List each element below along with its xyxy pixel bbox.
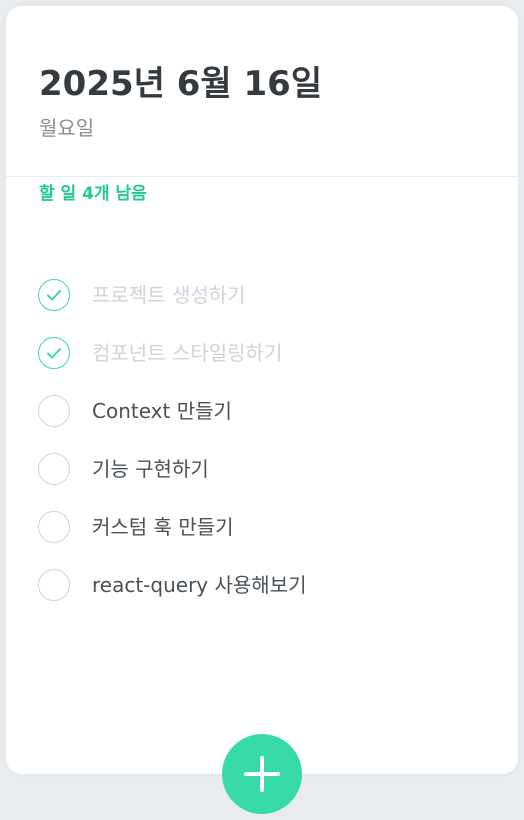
day-of-week: 월요일 [39,116,95,140]
todo-checkbox[interactable] [38,279,70,311]
todo-text: react-query 사용해보기 [92,573,307,597]
add-todo-button[interactable] [222,734,302,814]
todo-checkbox[interactable] [38,395,70,427]
todo-text: 기능 구현하기 [92,457,209,481]
todo-checkbox[interactable] [38,337,70,369]
plus-icon [244,756,280,792]
todo-text: 프로젝트 생성하기 [92,283,246,307]
todo-text: 커스텀 훅 만들기 [92,515,234,539]
todo-text: 컴포넌트 스타일링하기 [92,341,283,365]
todo-header: 2025년 6월 16일 월요일 할 일 4개 남음 [6,6,518,204]
check-icon [47,348,61,359]
todo-checkbox[interactable] [38,453,70,485]
todo-card: 2025년 6월 16일 월요일 할 일 4개 남음 프로젝트 생성하기 컴포넌… [6,6,518,774]
todo-text: Context 만들기 [92,399,232,423]
todo-item: 기능 구현하기 [38,440,518,498]
todo-list: 프로젝트 생성하기 컴포넌트 스타일링하기 Context 만들기 기능 구현하… [38,266,518,614]
todo-item: 프로젝트 생성하기 [38,266,518,324]
todo-item: 컴포넌트 스타일링하기 [38,324,518,382]
todo-item: react-query 사용해보기 [38,556,518,614]
date-title: 2025년 6월 16일 [39,64,323,104]
todo-checkbox[interactable] [38,511,70,543]
tasks-left-count: 할 일 4개 남음 [39,184,147,204]
check-icon [47,290,61,301]
todo-item: 커스텀 훅 만들기 [38,498,518,556]
todo-checkbox[interactable] [38,569,70,601]
todo-item: Context 만들기 [38,382,518,440]
